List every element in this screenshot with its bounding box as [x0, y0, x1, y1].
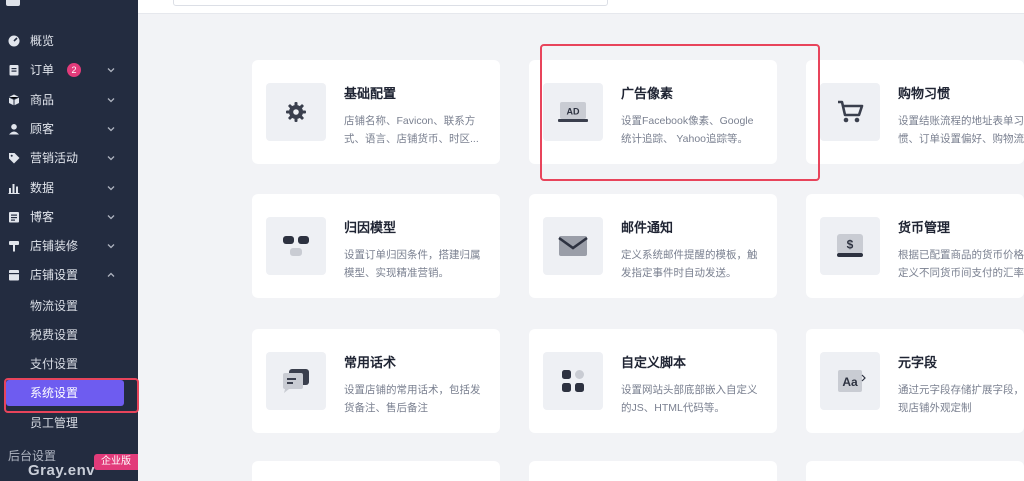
settings-card-email-notification[interactable]: 邮件通知 定义系统邮件提醒的模板，触 发指定事件时自动发送。 — [529, 194, 777, 298]
sidebar-item-label: 店铺设置 — [30, 268, 79, 282]
card-description: 设置结账流程的地址表单习 惯、订单设置偏好、购物流... — [898, 115, 1024, 145]
sidebar-subitem-label: 税费设置 — [30, 328, 79, 342]
card-description: 根据已配置商品的货币价格， 定义不同货币间支付的汇率... — [898, 249, 1024, 279]
sidebar-subitem-label: 物流设置 — [30, 299, 79, 313]
settings-card-custom-script[interactable]: 自定义脚本 设置网站头部底部嵌入自定义 的JS、HTML代码等。 — [529, 329, 777, 433]
sidebar-item-label: 商品 — [30, 93, 55, 107]
order-icon — [8, 64, 20, 76]
store-icon — [8, 269, 20, 281]
sidebar-item-overview[interactable]: 概览 — [0, 27, 138, 55]
tag-icon — [8, 152, 20, 164]
chevron-down-icon[interactable] — [106, 240, 116, 250]
card-description: 店铺名称、Favicon、联系方 式、语言、店铺货币、时区... — [344, 115, 479, 145]
settings-card-metafields[interactable]: Aa 元字段 通过元字段存储扩展字段，实 现店铺外观定制 — [806, 329, 1024, 433]
sidebar-item-analytics[interactable]: 数据 — [0, 174, 138, 202]
card-title: 基础配置 — [344, 86, 397, 101]
sidebar-item-label: 营销活动 — [30, 151, 79, 165]
chart-icon — [8, 182, 20, 194]
sidebar-item-marketing[interactable]: 营销活动 — [0, 144, 138, 172]
sidebar-subitem-label: 支付设置 — [30, 357, 79, 371]
sidebar-item-products[interactable]: 商品 — [0, 86, 138, 114]
chevron-down-icon[interactable] — [106, 94, 116, 104]
svg-text:Aa: Aa — [842, 375, 858, 389]
chevron-down-icon[interactable] — [106, 123, 116, 133]
search-input[interactable] — [173, 0, 608, 6]
settings-card-attribution[interactable]: 归因模型 设置订单归因条件，搭建归属 模型、实现精准营销。 — [252, 194, 500, 298]
sidebar-item-label: 博客 — [30, 210, 55, 224]
settings-card-basic[interactable]: 基础配置 店铺名称、Favicon、联系方 式、语言、店铺货币、时区... — [252, 60, 500, 164]
chevron-down-icon[interactable] — [106, 152, 116, 162]
card-title: 常用话术 — [344, 355, 397, 370]
chevron-down-icon[interactable] — [106, 211, 116, 221]
settings-card-partial[interactable] — [252, 461, 500, 481]
card-title: 归因模型 — [344, 220, 397, 235]
brand-name: Gray.env — [28, 462, 96, 479]
gear-icon — [266, 83, 326, 141]
card-description: 设置订单归因条件，搭建归属 模型、实现精准营销。 — [344, 249, 481, 279]
chat-icon — [266, 352, 326, 410]
logo-icon — [6, 0, 20, 6]
sidebar-item-label: 概览 — [30, 34, 55, 48]
card-description: 设置网站头部底部嵌入自定义 的JS、HTML代码等。 — [621, 384, 758, 414]
sidebar-item-label: 数据 — [30, 181, 55, 195]
sidebar-item-store-design[interactable]: 店铺装修 — [0, 232, 138, 260]
card-description: 设置店铺的常用话术，包括发 货备注、售后备注 — [344, 384, 481, 414]
sidebar-subitem-label: 员工管理 — [30, 416, 79, 430]
sidebar-subitem-tax[interactable]: 税费设置 — [0, 323, 138, 347]
highlight-box-sidebar — [4, 378, 139, 413]
highlight-box-ad-pixel — [540, 44, 820, 181]
sidebar-subitem-staff[interactable]: 员工管理 — [0, 411, 138, 435]
order-count-badge: 2 — [67, 63, 81, 77]
sidebar-item-blog[interactable]: 博客 — [0, 203, 138, 231]
customer-icon — [8, 123, 20, 135]
chevron-up-icon[interactable] — [106, 269, 116, 279]
product-icon — [8, 94, 20, 106]
cart-icon — [820, 83, 880, 141]
script-icon — [543, 352, 603, 410]
mail-icon — [543, 217, 603, 275]
sidebar-item-store-settings[interactable]: 店铺设置 — [0, 261, 138, 289]
settings-card-currency[interactable]: $ 货币管理 根据已配置商品的货币价格， 定义不同货币间支付的汇率... — [806, 194, 1024, 298]
currency-icon: $ — [820, 217, 880, 275]
settings-card-quick-replies[interactable]: 常用话术 设置店铺的常用话术，包括发 货备注、售后备注 — [252, 329, 500, 433]
card-description: 定义系统邮件提醒的模板，触 发指定事件时自动发送。 — [621, 249, 758, 279]
card-title: 自定义脚本 — [621, 355, 687, 370]
sidebar-item-label: 订单 — [30, 63, 55, 77]
card-title: 货币管理 — [898, 220, 951, 235]
card-description: 通过元字段存储扩展字段，实 现店铺外观定制 — [898, 384, 1024, 414]
attribution-icon — [266, 217, 326, 275]
dashboard-icon — [8, 35, 20, 47]
card-title: 购物习惯 — [898, 86, 951, 101]
sidebar-item-label: 顾客 — [30, 122, 55, 136]
card-title: 邮件通知 — [621, 220, 674, 235]
sidebar-subitem-logistics[interactable]: 物流设置 — [0, 294, 138, 318]
sidebar-item-customers[interactable]: 顾客 — [0, 115, 138, 143]
settings-card-partial[interactable] — [806, 461, 1024, 481]
sidebar-item-orders[interactable]: 订单 2 — [0, 56, 138, 84]
card-title: 元字段 — [898, 355, 938, 370]
settings-card-shopping-habits[interactable]: 购物习惯 设置结账流程的地址表单习 惯、订单设置偏好、购物流... — [806, 60, 1024, 164]
chevron-down-icon[interactable] — [106, 64, 116, 74]
sidebar-subitem-payment[interactable]: 支付设置 — [0, 352, 138, 376]
sidebar-item-label: 店铺装修 — [30, 239, 79, 253]
blog-icon — [8, 211, 20, 223]
metafield-icon: Aa — [820, 352, 880, 410]
svg-text:$: $ — [847, 238, 854, 252]
settings-card-partial[interactable] — [529, 461, 777, 481]
paint-icon — [8, 240, 20, 252]
edition-badge: 企业版 — [94, 454, 138, 470]
chevron-down-icon[interactable] — [106, 182, 116, 192]
